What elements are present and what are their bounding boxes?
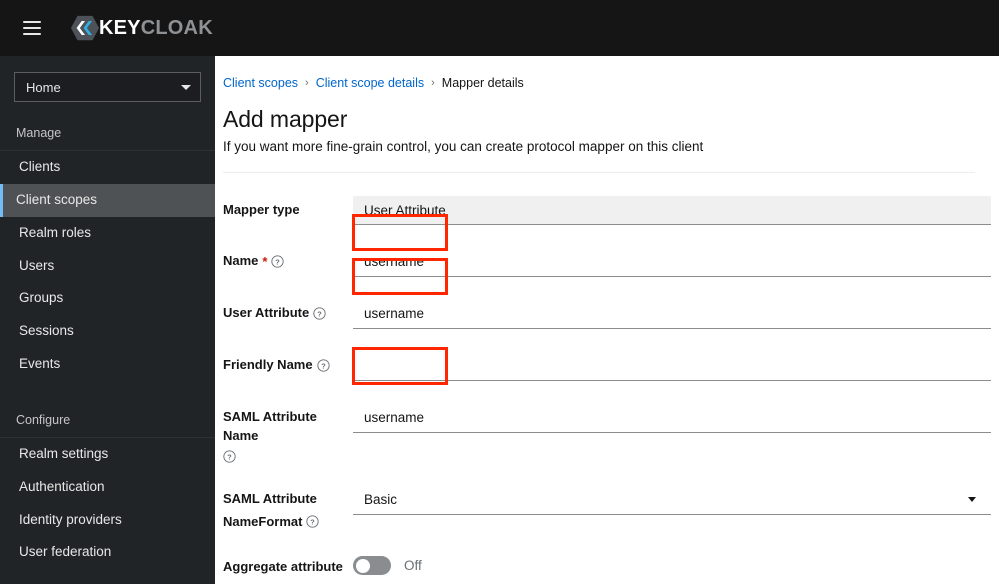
brand-title-cloak: CLOAK xyxy=(140,17,213,39)
help-circle-icon[interactable]: ? xyxy=(306,515,320,529)
nav-section-manage: Manage xyxy=(0,116,215,151)
label-saml-nameformat: SAML Attribute NameFormat ? xyxy=(223,485,353,532)
required-marker: * xyxy=(262,253,268,269)
form-row-user-attribute: User Attribute ? xyxy=(223,299,991,329)
brand-title: KEYCLOAK xyxy=(99,18,213,38)
realm-selector-value: Home xyxy=(26,79,61,95)
label-name: Name * ? xyxy=(223,247,353,271)
label-aggregate: Aggregate attribute values ? xyxy=(223,553,353,584)
field-saml-nameformat: Basic xyxy=(353,484,991,515)
form-row-friendly-name: Friendly Name ? xyxy=(223,351,991,381)
realm-selector[interactable]: Home xyxy=(14,72,201,102)
saml-nameformat-select[interactable]: Basic xyxy=(353,484,991,515)
svg-text:?: ? xyxy=(321,361,326,370)
breadcrumb: Client scopes › Client scope details › M… xyxy=(223,76,975,90)
label-saml-nameformat-line1: SAML Attribute xyxy=(223,490,317,506)
sidebar-item-realm-settings[interactable]: Realm settings xyxy=(0,438,215,471)
sidebar-item-identity-providers[interactable]: Identity providers xyxy=(0,504,215,537)
hamburger-bar xyxy=(23,21,41,23)
page-subtitle: If you want more fine-grain control, you… xyxy=(223,139,704,154)
hamburger-bar xyxy=(23,33,41,35)
toggle-knob xyxy=(356,558,370,573)
sidebar-item-authentication[interactable]: Authentication xyxy=(0,471,215,504)
sidebar-item-realm-roles[interactable]: Realm roles xyxy=(0,217,215,250)
keycloak-admin-console: KEYCLOAK Home Manage Clients Client scop… xyxy=(0,0,999,584)
chevron-down-icon xyxy=(181,84,191,90)
mapper-type-value: User Attribute xyxy=(353,196,991,225)
label-friendly-name: Friendly Name ? xyxy=(223,351,353,375)
sidebar-item-users[interactable]: Users xyxy=(0,250,215,283)
field-friendly-name xyxy=(353,351,991,381)
form-row-name: Name * ? xyxy=(223,247,991,277)
field-aggregate: Off xyxy=(353,553,991,576)
sidebar-item-user-federation[interactable]: User federation xyxy=(0,536,215,569)
svg-text:?: ? xyxy=(317,309,322,318)
help-circle-icon[interactable]: ? xyxy=(223,450,236,463)
label-aggregate-line1: Aggregate attribute xyxy=(223,559,343,575)
help-circle-icon[interactable]: ? xyxy=(313,307,326,320)
sidebar-item-clients[interactable]: Clients xyxy=(0,151,215,184)
aggregate-toggle[interactable] xyxy=(353,556,391,576)
hamburger-icon[interactable] xyxy=(15,11,49,45)
page-header: Client scopes › Client scope details › M… xyxy=(215,56,999,173)
user-attribute-input[interactable] xyxy=(353,299,991,329)
breadcrumb-client-scopes[interactable]: Client scopes xyxy=(223,76,298,90)
saml-attribute-name-input[interactable] xyxy=(353,403,991,433)
aggregate-toggle-state: Off xyxy=(404,558,422,574)
label-saml-attribute-name-text: SAML Attribute Name xyxy=(223,409,317,443)
breadcrumb-separator: › xyxy=(305,77,309,89)
field-mapper-type: User Attribute xyxy=(353,196,991,225)
aggregate-toggle-row: Off xyxy=(353,553,991,576)
mapper-form: Mapper type User Attribute Name * ? user… xyxy=(215,173,999,584)
sidebar-item-client-scopes[interactable]: Client scopes xyxy=(0,183,215,217)
form-row-aggregate: Aggregate attribute values ? xyxy=(223,553,991,584)
nav-section-configure: Configure xyxy=(0,403,215,438)
sidebar-item-events[interactable]: Events xyxy=(0,348,215,381)
label-saml-nameformat-line2: NameFormat xyxy=(223,513,303,529)
label-name-text: Name xyxy=(223,253,259,268)
field-user-attribute xyxy=(353,299,991,329)
label-user-attribute-text: User Attribute xyxy=(223,305,310,320)
name-input[interactable] xyxy=(353,247,991,277)
body-row: Home Manage Clients Client scopes Realm … xyxy=(0,56,999,584)
form-row-saml-nameformat: SAML Attribute NameFormat ? Basic xyxy=(223,484,991,532)
field-saml-attribute-name xyxy=(353,403,991,433)
brand-logo-link[interactable]: KEYCLOAK xyxy=(70,13,213,43)
main-content: Client scopes › Client scope details › M… xyxy=(215,56,999,584)
breadcrumb-current: Mapper details xyxy=(441,76,524,90)
sidebar-item-sessions[interactable]: Sessions xyxy=(0,315,215,348)
help-circle-icon[interactable]: ? xyxy=(271,255,285,268)
label-friendly-name-text: Friendly Name xyxy=(223,357,313,372)
svg-text:?: ? xyxy=(227,452,232,461)
label-saml-attribute-name: SAML Attribute Name ? xyxy=(223,403,353,463)
label-user-attribute: User Attribute ? xyxy=(223,299,353,323)
label-mapper-type-text: Mapper type xyxy=(223,202,300,217)
saml-nameformat-value: Basic xyxy=(364,491,398,507)
keycloak-logo-icon xyxy=(70,13,100,43)
masthead: KEYCLOAK xyxy=(0,0,999,56)
help-circle-icon[interactable]: ? xyxy=(316,359,330,372)
chevron-down-icon xyxy=(968,496,976,502)
breadcrumb-separator: › xyxy=(431,77,435,89)
breadcrumb-client-scope-details[interactable]: Client scope details xyxy=(316,76,424,90)
hamburger-bar xyxy=(23,27,41,29)
label-mapper-type: Mapper type xyxy=(223,196,353,220)
friendly-name-input[interactable] xyxy=(353,351,991,381)
svg-text:?: ? xyxy=(276,257,281,266)
field-name xyxy=(353,247,991,277)
form-row-mapper-type: Mapper type User Attribute xyxy=(223,196,991,225)
sidebar: Home Manage Clients Client scopes Realm … xyxy=(0,56,215,584)
brand-title-key: KEY xyxy=(99,17,141,39)
page-title: Add mapper xyxy=(223,106,348,132)
sidebar-item-groups[interactable]: Groups xyxy=(0,282,215,315)
form-row-saml-attribute-name: SAML Attribute Name ? xyxy=(223,403,991,463)
svg-text:?: ? xyxy=(311,518,316,527)
